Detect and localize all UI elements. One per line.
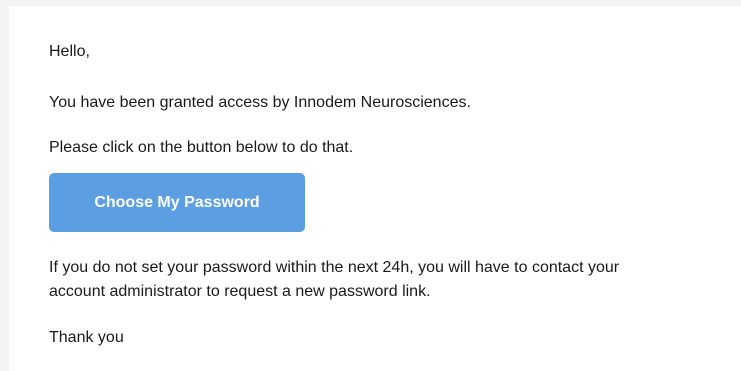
access-granted-text: You have been granted access by Innodem … [49,94,471,111]
email-viewport: Hello, You have been granted access by I… [0,0,741,371]
greeting-text: Hello, [49,43,90,60]
closing-text: Thank you [49,329,124,346]
expiry-notice-line-2: account administrator to request a new p… [49,283,431,300]
expiry-notice-text: If you do not set your password within t… [49,256,729,304]
email-body: Hello, You have been granted access by I… [9,6,741,371]
instruction-text: Please click on the button below to do t… [49,139,354,156]
choose-password-button[interactable]: Choose My Password [49,173,305,232]
expiry-notice-line-1: If you do not set your password within t… [49,259,620,276]
